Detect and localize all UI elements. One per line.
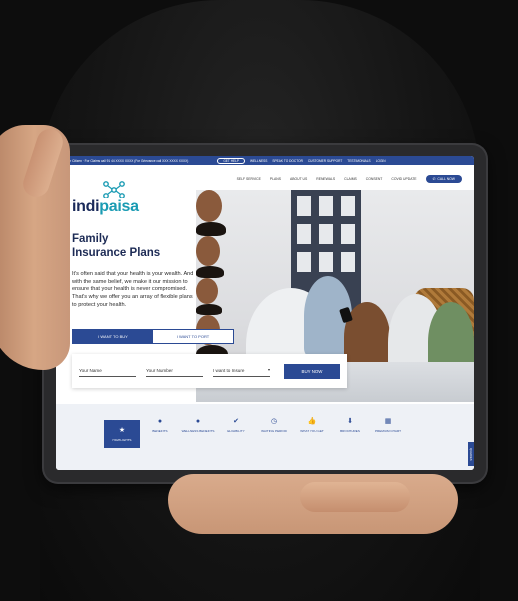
call-now-label: CALL NOW xyxy=(437,177,455,181)
table-icon: ▦ xyxy=(384,418,392,425)
chevron-down-icon xyxy=(268,369,270,371)
nav-item-claims[interactable]: CLAIMS xyxy=(344,177,357,181)
hero-description: It's often said that your health is your… xyxy=(72,271,194,308)
nav-item-covid[interactable]: COVID UPDATE xyxy=(391,177,416,181)
logo-mark-icon xyxy=(103,181,125,198)
name-field[interactable]: Your Name xyxy=(79,365,136,377)
topbar-link-wellness[interactable]: WELLNESS xyxy=(250,159,267,163)
get-help-button[interactable]: GET HELP xyxy=(217,157,246,164)
download-icon: ⬇ xyxy=(347,418,353,425)
clock-icon: ◷ xyxy=(270,418,278,425)
buy-port-toggle: I WANT TO BUY I WANT TO PORT xyxy=(72,329,234,344)
nav-item-self-service[interactable]: SELF SERVICE xyxy=(237,177,261,181)
top-info-bar: Senior Citizen · For Claims call 91 44 X… xyxy=(56,156,474,165)
topbar-link-testimonials[interactable]: TESTIMONIALS xyxy=(347,159,370,163)
insure-select[interactable]: I want to Insure xyxy=(213,365,270,377)
nav-item-consent[interactable]: CONSENT xyxy=(366,177,383,181)
tab-buy[interactable]: I WANT TO BUY xyxy=(73,330,153,343)
bag-icon: ● xyxy=(157,418,163,425)
topbar-link-doctor[interactable]: SPEAK TO DOCTOR xyxy=(272,159,302,163)
nav-item-plans[interactable]: PLANS xyxy=(270,177,281,181)
thumbs-up-icon: 👍 xyxy=(307,418,317,425)
buy-now-button[interactable]: BUY NOW xyxy=(284,363,340,379)
quote-form: Your Name Your Number I want to Insure B… xyxy=(72,354,347,388)
bag-icon: ● xyxy=(195,418,201,425)
number-field[interactable]: Your Number xyxy=(146,365,203,377)
nav-item-about[interactable]: ABOUT US xyxy=(290,177,307,181)
right-thumb xyxy=(300,482,410,512)
logo-wordmark: indipaisa xyxy=(72,198,139,215)
feature-tabs: ★ HIGHLIGHTS ● BENEFITS ● WELLNESS BENEF… xyxy=(56,404,474,470)
topbar-link-login[interactable]: LOGIN xyxy=(376,159,386,163)
star-icon: ★ xyxy=(118,426,126,434)
check-circle-icon: ✔ xyxy=(233,418,239,425)
tablet-screen: Senior Citizen · For Claims call 91 44 X… xyxy=(56,156,474,470)
tab-port[interactable]: I WANT TO PORT xyxy=(153,330,233,343)
logo[interactable]: indipaisa xyxy=(72,181,162,218)
page-title: Family Insurance Plans xyxy=(72,233,161,259)
tab-premium-chart[interactable]: ▦ PREMIUM CHART xyxy=(366,418,410,456)
call-now-button[interactable]: ✆ CALL NOW xyxy=(425,175,462,183)
topbar-link-support[interactable]: CUSTOMER SUPPORT xyxy=(308,159,342,163)
tab-highlights[interactable]: ★ HIGHLIGHTS xyxy=(104,420,140,448)
contact-info: Senior Citizen · For Claims call 91 44 X… xyxy=(62,158,189,163)
phone-icon: ✆ xyxy=(432,177,436,181)
nav-item-renewals[interactable]: RENEWALS xyxy=(316,177,335,181)
queries-side-tab[interactable]: QUERIES xyxy=(468,442,474,466)
